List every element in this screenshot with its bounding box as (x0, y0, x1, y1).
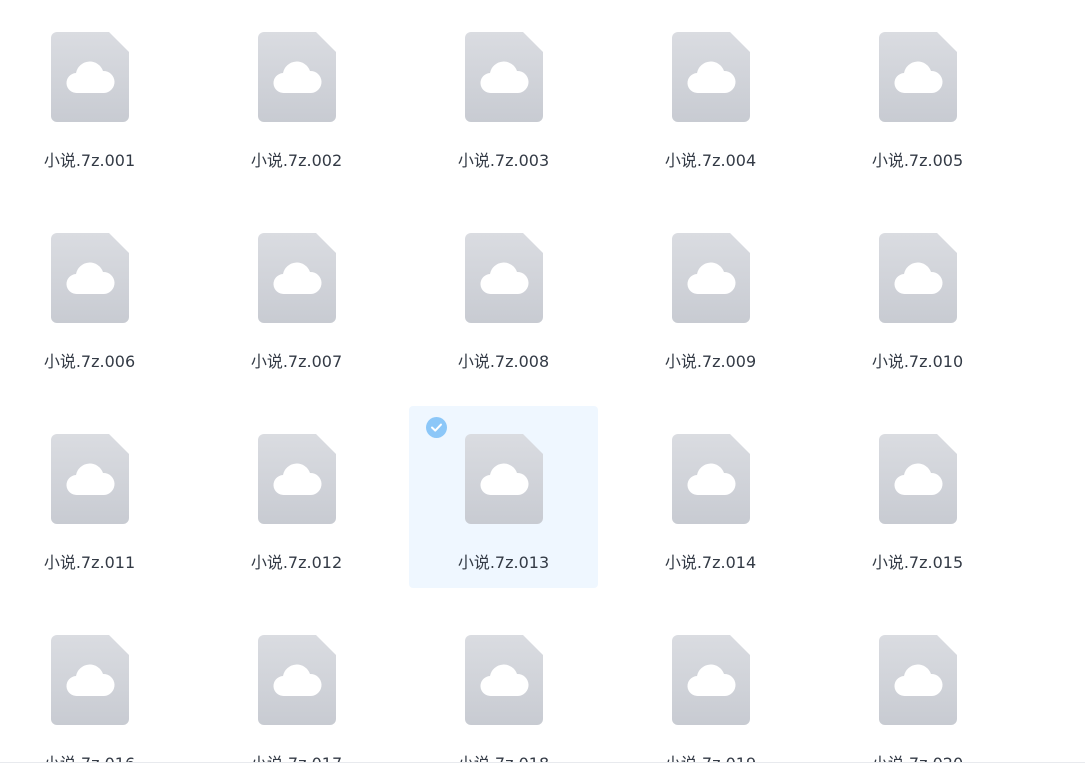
cloud-file-icon (465, 434, 543, 524)
file-item[interactable]: 小说.7z.012 (202, 406, 391, 588)
file-name: 小说.7z.004 (664, 151, 757, 170)
file-item[interactable]: 小说.7z.016 (0, 607, 184, 762)
file-name: 小说.7z.014 (664, 553, 757, 572)
file-item[interactable]: 小说.7z.007 (202, 205, 391, 387)
cloud-file-icon (465, 32, 543, 122)
cloud-file-icon (258, 32, 336, 122)
selected-check-icon[interactable] (426, 417, 447, 438)
file-name: 小说.7z.008 (457, 352, 550, 371)
file-name: 小说.7z.001 (43, 151, 136, 170)
file-item[interactable]: 小说.7z.018 (409, 607, 598, 762)
file-item[interactable]: 小说.7z.005 (823, 4, 1012, 186)
cloud-file-icon (51, 635, 129, 725)
cloud-file-icon (672, 434, 750, 524)
file-item[interactable]: 小说.7z.017 (202, 607, 391, 762)
file-item[interactable]: 小说.7z.020 (823, 607, 1012, 762)
file-name: 小说.7z.009 (664, 352, 757, 371)
file-item[interactable]: 小说.7z.002 (202, 4, 391, 186)
file-item[interactable]: 小说.7z.009 (616, 205, 805, 387)
cloud-file-icon (879, 434, 957, 524)
cloud-file-icon (879, 635, 957, 725)
file-name: 小说.7z.005 (871, 151, 964, 170)
cloud-file-icon (51, 233, 129, 323)
file-item[interactable]: 小说.7z.013 (409, 406, 598, 588)
file-name: 小说.7z.018 (409, 750, 598, 762)
cloud-file-icon (465, 233, 543, 323)
cloud-file-icon (879, 233, 957, 323)
file-name: 小说.7z.003 (457, 151, 550, 170)
divider (0, 762, 1085, 763)
file-item[interactable]: 小说.7z.014 (616, 406, 805, 588)
cloud-file-icon (258, 434, 336, 524)
file-name: 小说.7z.012 (250, 553, 343, 572)
file-item[interactable]: 小说.7z.008 (409, 205, 598, 387)
cloud-file-icon (51, 32, 129, 122)
file-name: 小说.7z.015 (871, 553, 964, 572)
file-name: 小说.7z.017 (202, 750, 391, 762)
cloud-file-icon (465, 635, 543, 725)
file-grid-view: 小说.7z.001 小说.7z.002 小说.7z.003 小说.7z.004 … (0, 0, 1085, 762)
file-name: 小说.7z.006 (43, 352, 136, 371)
file-item[interactable]: 小说.7z.015 (823, 406, 1012, 588)
cloud-file-icon (672, 233, 750, 323)
file-name: 小说.7z.020 (823, 750, 1012, 762)
cloud-file-icon (879, 32, 957, 122)
cloud-file-icon (672, 32, 750, 122)
file-item[interactable]: 小说.7z.003 (409, 4, 598, 186)
file-item[interactable]: 小说.7z.019 (616, 607, 805, 762)
file-item[interactable]: 小说.7z.001 (0, 4, 184, 186)
file-name: 小说.7z.007 (250, 352, 343, 371)
file-name: 小说.7z.013 (457, 553, 550, 572)
file-name: 小说.7z.010 (871, 352, 964, 371)
cloud-file-icon (258, 233, 336, 323)
file-name: 小说.7z.016 (0, 750, 184, 762)
file-item[interactable]: 小说.7z.004 (616, 4, 805, 186)
file-item[interactable]: 小说.7z.006 (0, 205, 184, 387)
file-name: 小说.7z.011 (43, 553, 136, 572)
cloud-file-icon (258, 635, 336, 725)
file-item[interactable]: 小说.7z.010 (823, 205, 1012, 387)
cloud-file-icon (672, 635, 750, 725)
file-name: 小说.7z.019 (616, 750, 805, 762)
file-item[interactable]: 小说.7z.011 (0, 406, 184, 588)
cloud-file-icon (51, 434, 129, 524)
file-name: 小说.7z.002 (250, 151, 343, 170)
